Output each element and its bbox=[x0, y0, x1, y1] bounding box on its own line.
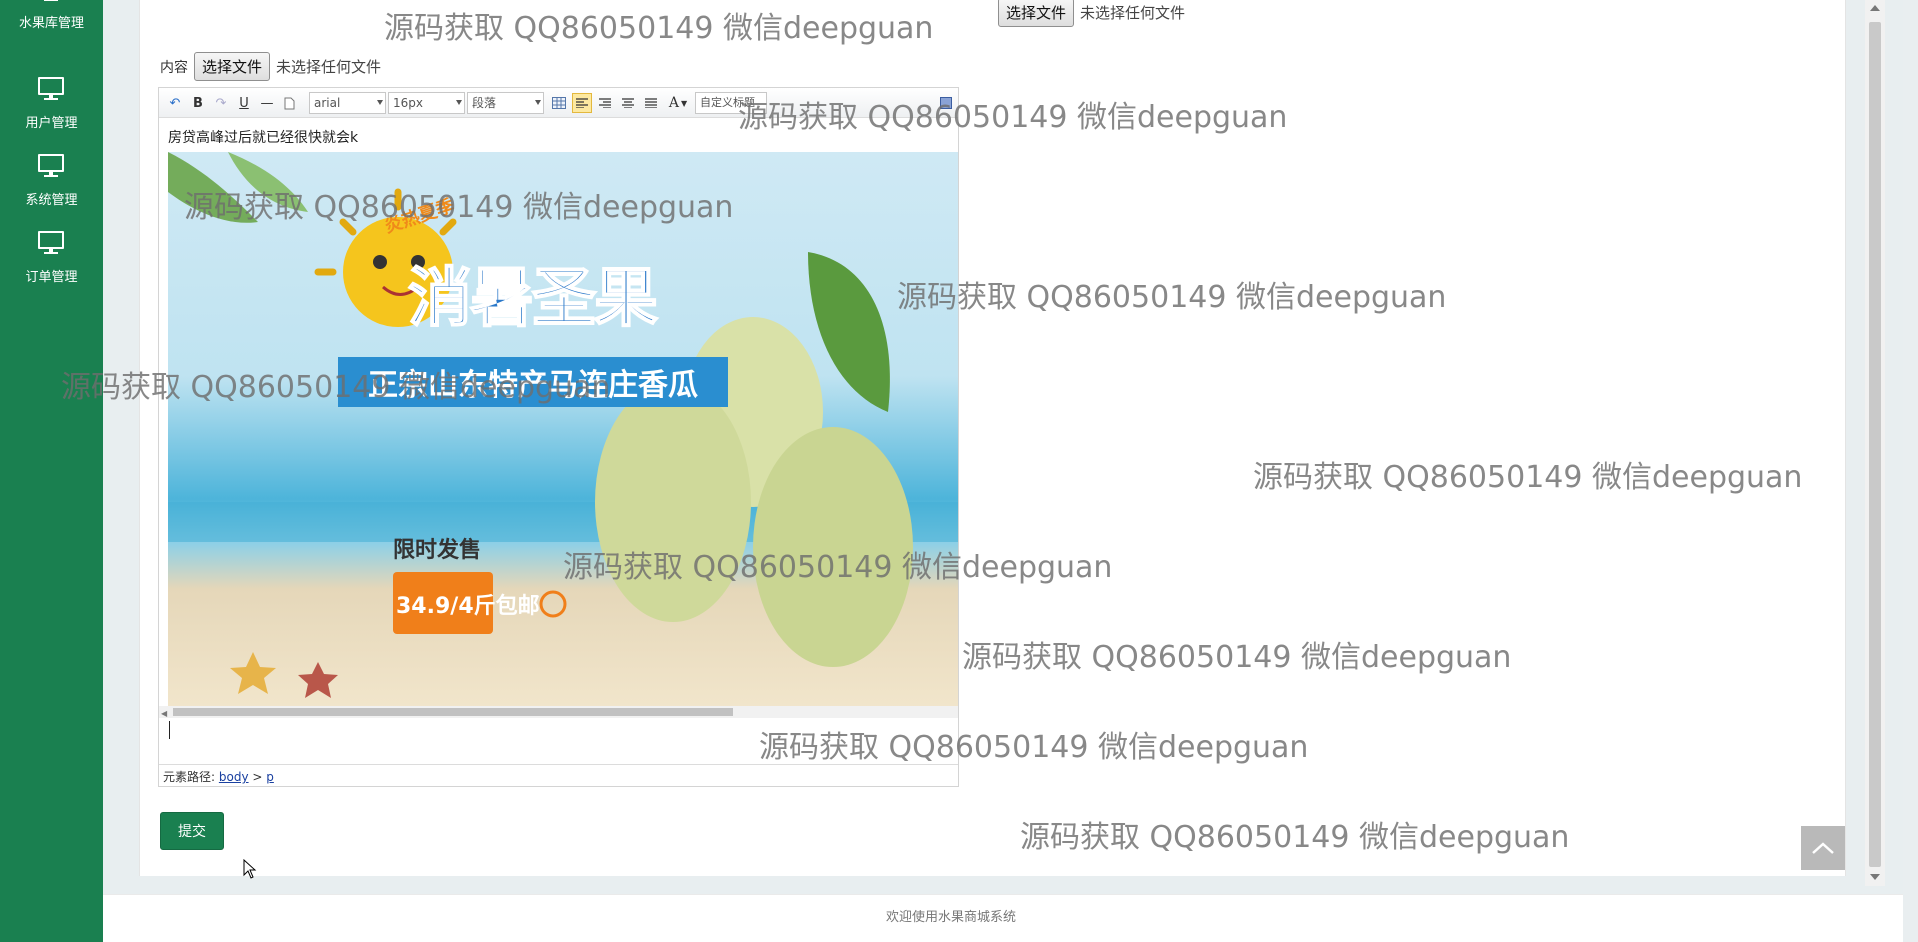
rich-text-editor: ↶ B ↷ U — arial 16px 段落 A ▼ 自定义标题 房贷高峰过后… bbox=[158, 87, 959, 787]
redo-icon[interactable]: ↷ bbox=[211, 93, 231, 113]
underline-icon[interactable]: U bbox=[234, 93, 254, 113]
file-status-text: 未选择任何文件 bbox=[1080, 4, 1186, 22]
submit-button[interactable]: 提交 bbox=[160, 812, 224, 850]
banner-promo: 限时发售 bbox=[393, 538, 482, 563]
banner-price: 34.9/4斤包邮 bbox=[396, 594, 540, 619]
page-vertical-scrollbar[interactable] bbox=[1865, 0, 1885, 886]
text-caret bbox=[169, 721, 170, 739]
mouse-pointer-icon bbox=[243, 859, 257, 879]
sidebar-item-orders[interactable]: 订单管理 bbox=[0, 231, 103, 308]
font-family-select[interactable]: arial bbox=[309, 92, 386, 114]
scroll-up-icon[interactable] bbox=[1870, 5, 1880, 11]
align-center-icon[interactable] bbox=[618, 93, 638, 113]
choose-file-button[interactable]: 选择文件 bbox=[194, 52, 271, 81]
monitor-icon bbox=[38, 154, 64, 177]
fullscreen-icon[interactable] bbox=[936, 93, 956, 113]
back-to-top-button[interactable] bbox=[1801, 826, 1845, 870]
scrollbar-thumb[interactable] bbox=[1869, 22, 1881, 867]
page-icon[interactable] bbox=[279, 93, 299, 113]
sidebar-item-label: 用户管理 bbox=[25, 116, 78, 131]
font-color-icon[interactable]: A ▼ bbox=[664, 93, 692, 113]
monitor-icon bbox=[38, 231, 64, 254]
sidebar-item-label: 系统管理 bbox=[25, 193, 78, 208]
editor-toolbar: ↶ B ↷ U — arial 16px 段落 A ▼ 自定义标题 bbox=[159, 88, 958, 118]
align-right-icon[interactable] bbox=[595, 93, 615, 113]
editor-body-text: 房贷高峰过后就已经很快就会k bbox=[168, 130, 359, 146]
chevron-up-icon bbox=[1812, 842, 1834, 854]
product-banner-image: 炎热夏季 消暑圣果 正宗山东特产马连庄香瓜 限时发售 34.9/4斤包邮 bbox=[168, 152, 958, 712]
path-item-body[interactable]: body bbox=[219, 770, 249, 784]
content-file-input: 内容 选择文件 未选择任何文件 bbox=[160, 52, 381, 81]
align-justify-icon[interactable] bbox=[641, 93, 661, 113]
bold-icon[interactable]: B bbox=[188, 93, 208, 113]
sidebar-item-label: 订单管理 bbox=[25, 270, 78, 285]
custom-title-select[interactable]: 自定义标题 bbox=[695, 92, 767, 114]
undo-icon[interactable]: ↶ bbox=[165, 93, 185, 113]
font-size-select[interactable]: 16px bbox=[388, 92, 465, 114]
table-icon[interactable] bbox=[549, 93, 569, 113]
element-path-label: 元素路径: bbox=[163, 770, 216, 784]
sidebar: 水果库管理 用户管理 系统管理 订单管理 bbox=[0, 0, 103, 942]
paragraph-select[interactable]: 段落 bbox=[467, 92, 544, 114]
sidebar-item-label: 水果库管理 bbox=[18, 16, 84, 31]
align-left-icon[interactable] bbox=[572, 93, 592, 113]
sidebar-item-fruit-library[interactable]: 水果库管理 bbox=[0, 0, 103, 55]
file-status-text: 未选择任何文件 bbox=[276, 58, 382, 76]
choose-file-button[interactable]: 选择文件 bbox=[998, 0, 1075, 27]
monitor-icon bbox=[38, 77, 64, 100]
content-label: 内容 bbox=[160, 59, 188, 76]
editor-content-area[interactable]: 房贷高峰过后就已经很快就会k 炎热夏季 消暑圣果 正宗山东特产马连庄香瓜 限时发… bbox=[159, 119, 958, 744]
banner-headline: 消暑圣果 bbox=[407, 261, 659, 337]
image-file-input: 选择文件 未选择任何文件 bbox=[998, 0, 1185, 27]
sidebar-item-users[interactable]: 用户管理 bbox=[0, 77, 103, 154]
sidebar-item-system[interactable]: 系统管理 bbox=[0, 154, 103, 231]
footer-text: 欢迎使用水果商城系统 bbox=[886, 910, 1017, 925]
scrollbar-thumb[interactable] bbox=[173, 708, 733, 716]
scroll-down-icon[interactable] bbox=[1870, 874, 1880, 880]
path-item-p[interactable]: p bbox=[266, 770, 274, 784]
editor-horizontal-scrollbar[interactable]: ◀ bbox=[159, 706, 958, 718]
horizontal-rule-icon[interactable]: — bbox=[257, 93, 277, 113]
banner-subtitle: 正宗山东特产马连庄香瓜 bbox=[338, 357, 728, 407]
element-path-bar: 元素路径: body > p bbox=[159, 764, 958, 786]
